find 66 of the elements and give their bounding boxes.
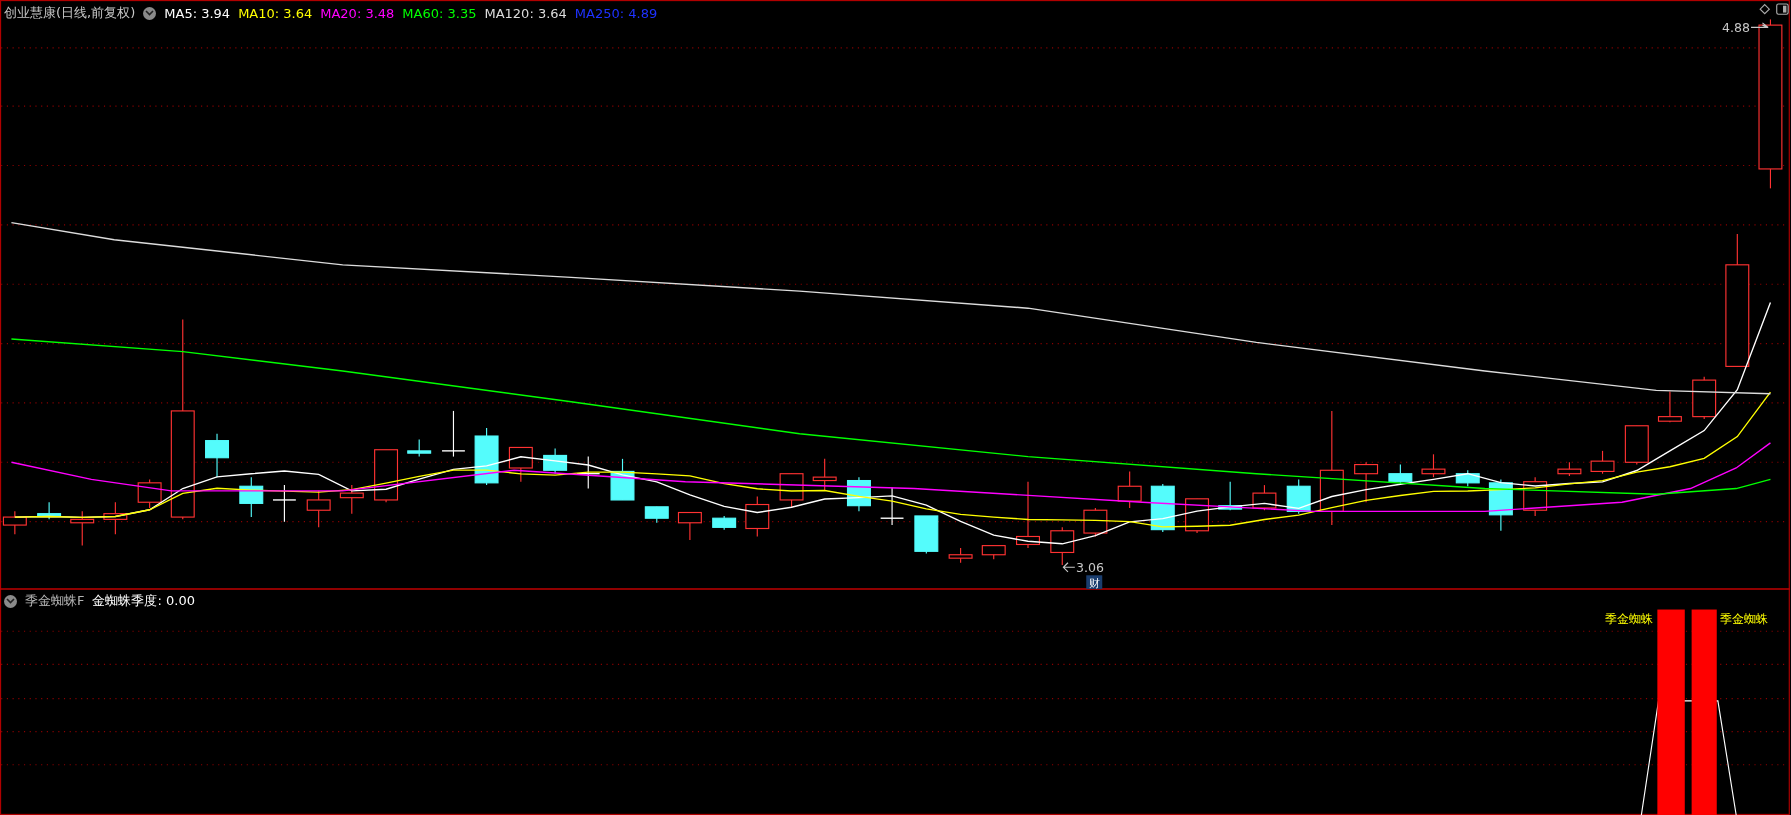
candlestick xyxy=(1657,390,1682,423)
candlestick xyxy=(1692,376,1717,420)
candlestick xyxy=(1150,483,1175,533)
indicator-value: MA5: 3.94 xyxy=(164,5,231,21)
candlestick xyxy=(508,446,533,483)
candlestick xyxy=(812,458,837,492)
diamond-icon[interactable] xyxy=(1759,3,1771,15)
candlestick xyxy=(914,515,939,555)
indicator-value: MA20: 3.48 xyxy=(320,5,395,21)
arrow-icon xyxy=(1750,22,1769,28)
candlestick xyxy=(644,506,669,524)
candlestick xyxy=(1354,461,1379,503)
candlestick xyxy=(1557,461,1582,477)
candlestick xyxy=(610,458,635,501)
candlestick xyxy=(1590,450,1615,475)
candlestick xyxy=(677,511,702,541)
candlestick xyxy=(779,473,804,509)
candlestick xyxy=(1117,470,1142,509)
candlestick xyxy=(948,547,973,564)
event-badge-background xyxy=(1086,575,1103,589)
candlestick xyxy=(1488,478,1513,532)
candlestick xyxy=(306,490,331,528)
candlestick xyxy=(1455,469,1480,487)
candlestick xyxy=(712,515,737,531)
candlestick xyxy=(374,449,399,503)
candlestick xyxy=(1083,507,1108,538)
candlestick xyxy=(981,545,1006,560)
panel-toggle-icon[interactable] xyxy=(1776,3,1789,15)
dropdown-icon[interactable] xyxy=(4,594,17,608)
candlestick xyxy=(339,484,364,515)
candlestick xyxy=(1523,476,1548,517)
indicator-value: 金蜘蛛季度: 0.00 xyxy=(92,592,195,610)
event-badge[interactable]: 财 xyxy=(1088,575,1100,590)
candlestick xyxy=(70,510,95,547)
candlestick xyxy=(407,438,432,458)
candlestick xyxy=(474,427,499,486)
candlestick xyxy=(1421,453,1446,478)
candlestick xyxy=(1218,481,1243,511)
candlestick xyxy=(137,478,162,509)
candlestick xyxy=(441,410,466,458)
candlestick xyxy=(103,501,128,535)
candlestick xyxy=(239,476,264,518)
indicator-value: MA120: 3.64 xyxy=(484,5,567,21)
chart-title: 创业慧康(日线,前复权) xyxy=(4,4,136,22)
indicator-title: 季金蜘蛛F xyxy=(25,592,85,610)
high-price-label: 4.88 xyxy=(1721,19,1750,35)
candlestick xyxy=(1252,484,1277,511)
candlestick xyxy=(1050,526,1075,566)
low-price-label: 3.06 xyxy=(1075,559,1104,575)
dropdown-icon[interactable] xyxy=(143,6,157,20)
candlestick xyxy=(745,495,770,538)
candlestick xyxy=(1286,478,1311,515)
candlestick xyxy=(1624,425,1649,466)
candlestick xyxy=(846,476,871,512)
candlestick xyxy=(37,501,62,520)
indicator-value: MA250: 4.89 xyxy=(574,5,658,21)
signal-label: 季金蜘蛛 xyxy=(1720,612,1769,627)
candlestick xyxy=(205,433,229,478)
arrow-icon xyxy=(1062,562,1076,573)
candlestick xyxy=(272,484,297,523)
candlestick xyxy=(1016,481,1040,549)
indicator-value: MA60: 3.35 xyxy=(402,5,477,21)
indicator-value: MA10: 3.64 xyxy=(238,5,313,21)
signal-label: 季金蜘蛛 xyxy=(1604,612,1653,627)
candlestick xyxy=(543,448,568,475)
candlestick xyxy=(879,486,905,526)
